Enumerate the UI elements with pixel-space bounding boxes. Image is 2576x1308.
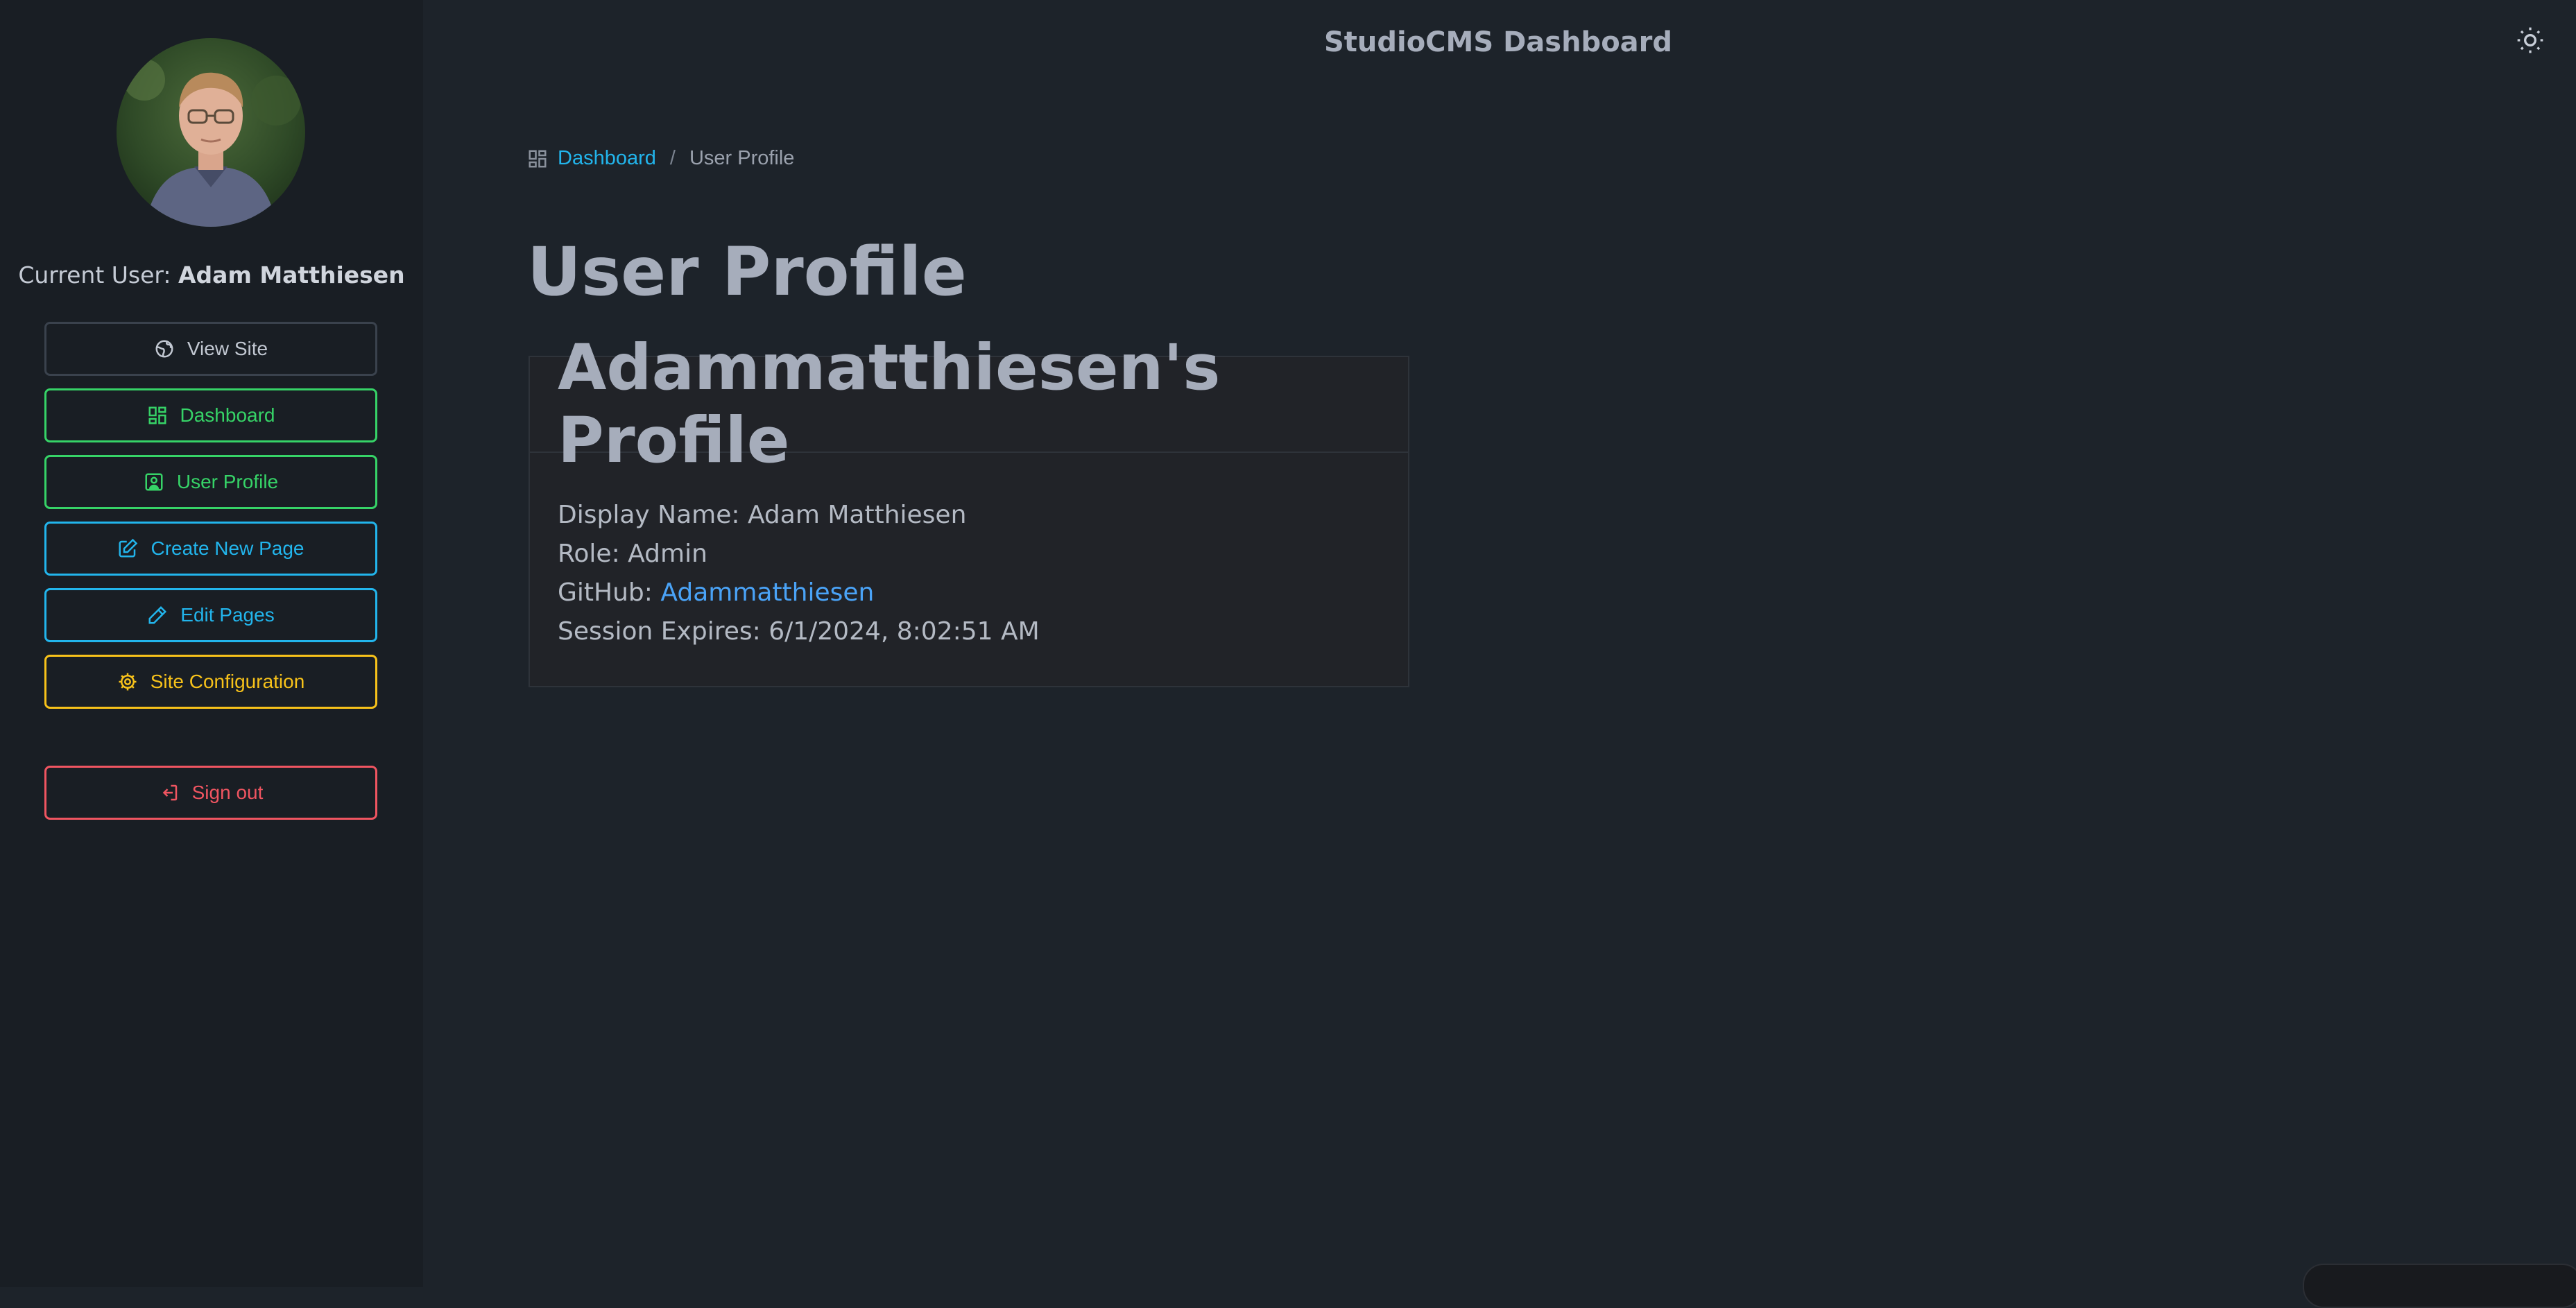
- breadcrumb-dashboard-link[interactable]: Dashboard: [558, 147, 656, 170]
- profile-card: Adammatthiesen's Profile Display Name: A…: [529, 332, 1409, 687]
- sign-out-button[interactable]: Sign out: [44, 766, 377, 820]
- dashboard-button[interactable]: Dashboard: [44, 388, 377, 442]
- current-user-name: Adam Matthiesen: [178, 261, 405, 289]
- edit-pages-button[interactable]: Edit Pages: [44, 588, 377, 642]
- page-title: User Profile: [527, 233, 967, 311]
- pencil-icon: [148, 605, 167, 624]
- dev-toolbar[interactable]: [2303, 1264, 2576, 1308]
- display-name-label: Display Name:: [558, 501, 740, 529]
- role-label: Role:: [558, 540, 620, 568]
- edit-square-icon: [119, 538, 138, 558]
- current-user: Current User: Adam Matthiesen: [0, 261, 423, 289]
- dashboard-label: Dashboard: [180, 404, 275, 426]
- sign-out-icon: [162, 784, 177, 801]
- globe-icon: [155, 340, 173, 358]
- user-profile-icon: [145, 473, 163, 491]
- create-new-page-label: Create New Page: [151, 537, 304, 559]
- display-name-value: Adam Matthiesen: [747, 501, 967, 529]
- app-title: StudioCMS Dashboard: [1323, 26, 1673, 58]
- session-expires-label: Session Expires:: [558, 617, 761, 646]
- sun-icon: [2517, 27, 2543, 53]
- github-label: GitHub:: [558, 578, 653, 607]
- role-row: Role: Admin: [558, 535, 1380, 574]
- breadcrumb-current: User Profile: [689, 147, 795, 169]
- profile-card-heading: Adammatthiesen's Profile: [530, 332, 1408, 477]
- breadcrumb: Dashboard / User Profile: [527, 147, 794, 170]
- github-row: GitHub: Adammatthiesen: [558, 574, 1380, 612]
- session-expires-value: 6/1/2024, 8:02:51 AM: [768, 617, 1040, 646]
- sidebar: Current User: Adam Matthiesen View Site …: [0, 0, 423, 1287]
- create-new-page-button[interactable]: Create New Page: [44, 522, 377, 576]
- user-profile-button[interactable]: User Profile: [44, 455, 377, 509]
- breadcrumb-separator: /: [669, 147, 676, 169]
- role-value: Admin: [628, 540, 707, 568]
- display-name-row: Display Name: Adam Matthiesen: [558, 496, 1380, 535]
- user-profile-label: User Profile: [176, 471, 279, 492]
- dashboard-grid-icon: [529, 150, 547, 167]
- view-site-label: View Site: [187, 338, 268, 359]
- gear-icon: [119, 673, 137, 691]
- site-configuration-label: Site Configuration: [150, 671, 305, 692]
- session-expires-row: Session Expires: 6/1/2024, 8:02:51 AM: [558, 612, 1380, 651]
- github-link[interactable]: Adammatthiesen: [660, 578, 874, 607]
- avatar: [117, 38, 305, 227]
- sign-out-label: Sign out: [191, 782, 264, 803]
- theme-toggle-button[interactable]: [2512, 22, 2548, 58]
- site-configuration-button[interactable]: Site Configuration: [44, 655, 377, 709]
- dashboard-grid-icon: [148, 406, 166, 424]
- view-site-button[interactable]: View Site: [44, 322, 377, 376]
- current-user-label: Current User:: [18, 261, 171, 289]
- profile-card-body: Display Name: Adam Matthiesen Role: Admi…: [530, 453, 1408, 651]
- edit-pages-label: Edit Pages: [180, 604, 275, 626]
